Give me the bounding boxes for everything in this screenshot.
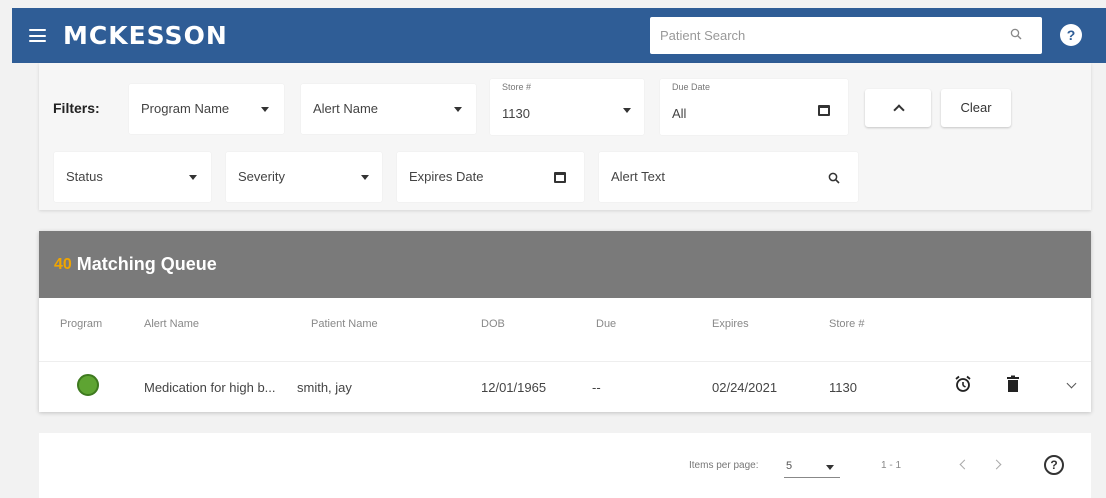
program-name-select[interactable]: Program Name [129,84,284,134]
expires-date-field[interactable]: Expires Date [397,152,584,202]
previous-page-icon[interactable] [959,459,970,470]
filters-label: Filters: [53,100,100,116]
matching-queue-card: 40 Matching Queue Program Alert Name Pat… [39,231,1091,412]
status-select[interactable]: Status [54,152,211,202]
alarm-icon[interactable] [954,375,972,396]
column-header-expires[interactable]: Expires [712,318,749,330]
dropdown-caret-icon [261,107,269,112]
next-page-icon[interactable] [991,459,1002,470]
column-header-dob[interactable]: DOB [481,318,505,330]
due-date-field[interactable]: Due Date All [660,79,848,135]
expires-cell: 02/24/2021 [712,380,778,395]
top-bar: MCKESSON ? [12,8,1106,63]
store-select[interactable]: Store # 1130 [490,79,644,135]
collapse-filters-button[interactable] [865,89,931,127]
column-header-due[interactable]: Due [596,318,616,330]
program-icon [77,374,99,396]
dropdown-caret-icon [454,107,462,112]
trash-icon[interactable] [1006,375,1020,396]
filters-panel: Filters: Program Name Alert Name Store #… [39,63,1091,210]
patient-search-input[interactable] [660,28,990,43]
queue-header: 40 Matching Queue [39,231,1091,298]
severity-select[interactable]: Severity [226,152,382,202]
column-header-program[interactable]: Program [60,318,102,330]
search-icon[interactable] [828,171,840,189]
queue-count: 40 [54,255,72,273]
chevron-down-icon[interactable] [1066,378,1077,389]
patient-search[interactable] [650,17,1042,54]
dropdown-caret-icon [623,108,631,113]
dropdown-caret-icon [361,175,369,180]
alert-name-select[interactable]: Alert Name [301,84,476,134]
paginator: Items per page: 5 1 - 1 ? [39,433,1091,498]
items-per-page-select[interactable]: 5 [784,456,840,478]
items-per-page-label: Items per page: [689,460,759,471]
alert-text-input[interactable]: Alert Text [599,152,858,202]
help-icon[interactable]: ? [1060,24,1082,46]
dob-cell: 12/01/1965 [481,380,547,395]
calendar-icon[interactable] [818,105,830,116]
clear-button[interactable]: Clear [941,89,1011,127]
queue-title: Matching Queue [76,254,217,274]
chevron-up-icon [893,104,905,116]
search-icon[interactable] [1010,28,1022,43]
table-row[interactable]: Medication for high b... smith, jay 12/0… [39,361,1091,411]
brand-logo: MCKESSON [63,21,228,50]
help-icon[interactable]: ? [1044,455,1064,475]
calendar-icon[interactable] [554,172,566,183]
store-cell: 1130 [829,380,857,395]
patient-name-cell: smith, jay [297,380,352,395]
dropdown-caret-icon [826,465,834,470]
due-cell: -- [592,380,601,395]
column-header-alert-name[interactable]: Alert Name [144,318,199,330]
page-range: 1 - 1 [881,460,902,471]
alert-name-cell: Medication for high b... [144,380,276,395]
column-header-store[interactable]: Store # [829,318,864,330]
dropdown-caret-icon [189,175,197,180]
hamburger-icon[interactable] [29,29,46,42]
column-header-patient-name[interactable]: Patient Name [311,318,378,330]
